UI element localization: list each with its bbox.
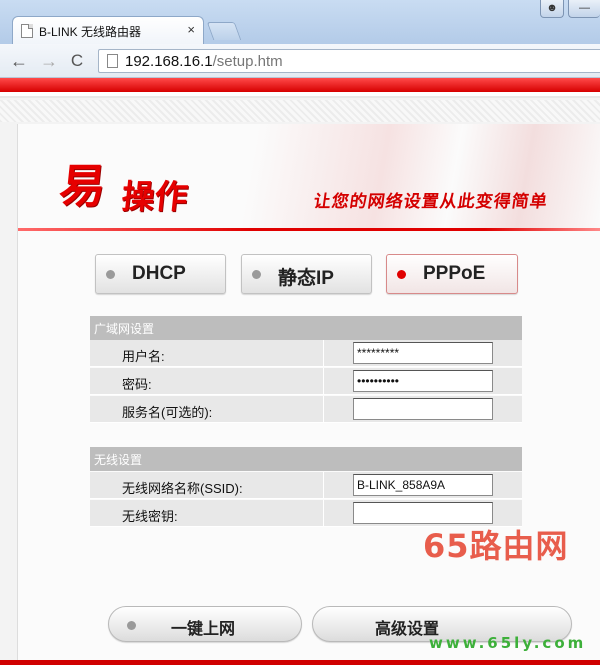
row-separator: [323, 472, 324, 499]
browser-tab[interactable]: B-LINK 无线路由器 ×: [12, 16, 204, 44]
ssid-input[interactable]: [353, 474, 493, 496]
new-tab-button[interactable]: [206, 22, 242, 40]
page-icon: [107, 54, 118, 68]
banner-slogan: 让您的网络设置从此变得简单: [312, 192, 550, 212]
address-bar[interactable]: 192.168.16.1/setup.htm: [98, 49, 600, 73]
mode-pppoe-button[interactable]: PPPoE: [386, 254, 518, 294]
header-stripes: [0, 100, 600, 122]
mode-label: 静态IP: [278, 268, 334, 289]
radio-dot-icon: [106, 270, 115, 279]
watermark-brand: 65路由网: [423, 527, 569, 565]
mode-label: DHCP: [132, 263, 186, 284]
mode-static-ip-button[interactable]: 静态IP: [241, 254, 372, 294]
back-icon[interactable]: ←: [8, 50, 30, 72]
username-row: 用户名:: [90, 340, 522, 367]
watermark-url: www.65ly.com: [429, 634, 587, 652]
mode-dhcp-button[interactable]: DHCP: [95, 254, 226, 294]
page-icon: [21, 24, 33, 38]
banner-divider: [18, 228, 600, 231]
row-separator: [323, 396, 324, 423]
wan-section-header: 广域网设置: [90, 316, 522, 340]
browser-titlebar: B-LINK 无线路由器 × ☻ —: [0, 0, 600, 44]
row-separator: [323, 368, 324, 395]
username-input[interactable]: [353, 342, 493, 364]
forward-icon[interactable]: →: [38, 50, 60, 72]
service-name-input[interactable]: [353, 398, 493, 420]
mode-label: PPPoE: [423, 263, 486, 284]
one-click-label: 一键上网: [171, 621, 236, 638]
browser-toolbar: ← → C 192.168.16.1/setup.htm: [0, 44, 600, 78]
password-label: 密码:: [122, 377, 152, 392]
reload-icon[interactable]: C: [66, 50, 88, 72]
ssid-row: 无线网络名称(SSID):: [90, 472, 522, 499]
banner-logo-big: 易: [56, 159, 107, 213]
banner-logo-small: 操作: [119, 177, 190, 216]
footer-red-bar: [0, 660, 600, 665]
minimize-button[interactable]: —: [568, 0, 600, 18]
row-separator: [323, 340, 324, 367]
easy-setup-banner: 易 操作 让您的网络设置从此变得简单: [18, 124, 600, 230]
url-text: 192.168.16.1/setup.htm: [125, 53, 283, 70]
url-path: /setup.htm: [212, 53, 283, 70]
user-icon[interactable]: ☻: [540, 0, 564, 18]
wireless-key-label: 无线密钥:: [122, 509, 178, 524]
radio-dot-icon: [397, 270, 406, 279]
header-red-bar: [0, 78, 600, 92]
service-name-row: 服务名(可选的):: [90, 396, 522, 423]
setup-panel: 易 操作 让您的网络设置从此变得简单 DHCP 静态IP PPPoE 广域网设置…: [17, 124, 600, 665]
radio-dot-icon: [127, 621, 136, 630]
header-divider: [0, 92, 600, 98]
password-row: 密码:: [90, 368, 522, 395]
one-click-connect-button[interactable]: 一键上网: [108, 606, 302, 642]
tab-title: B-LINK 无线路由器: [39, 25, 142, 39]
wireless-section-header: 无线设置: [90, 447, 522, 471]
router-setup-page: 易 操作 让您的网络设置从此变得简单 DHCP 静态IP PPPoE 广域网设置…: [0, 78, 600, 665]
radio-dot-icon: [252, 270, 261, 279]
service-name-label: 服务名(可选的):: [122, 405, 213, 420]
close-tab-icon[interactable]: ×: [187, 22, 195, 37]
username-label: 用户名:: [122, 349, 165, 364]
url-host: 192.168.16.1: [125, 53, 213, 70]
ssid-label: 无线网络名称(SSID):: [122, 481, 243, 496]
row-separator: [323, 500, 324, 527]
password-input[interactable]: [353, 370, 493, 392]
